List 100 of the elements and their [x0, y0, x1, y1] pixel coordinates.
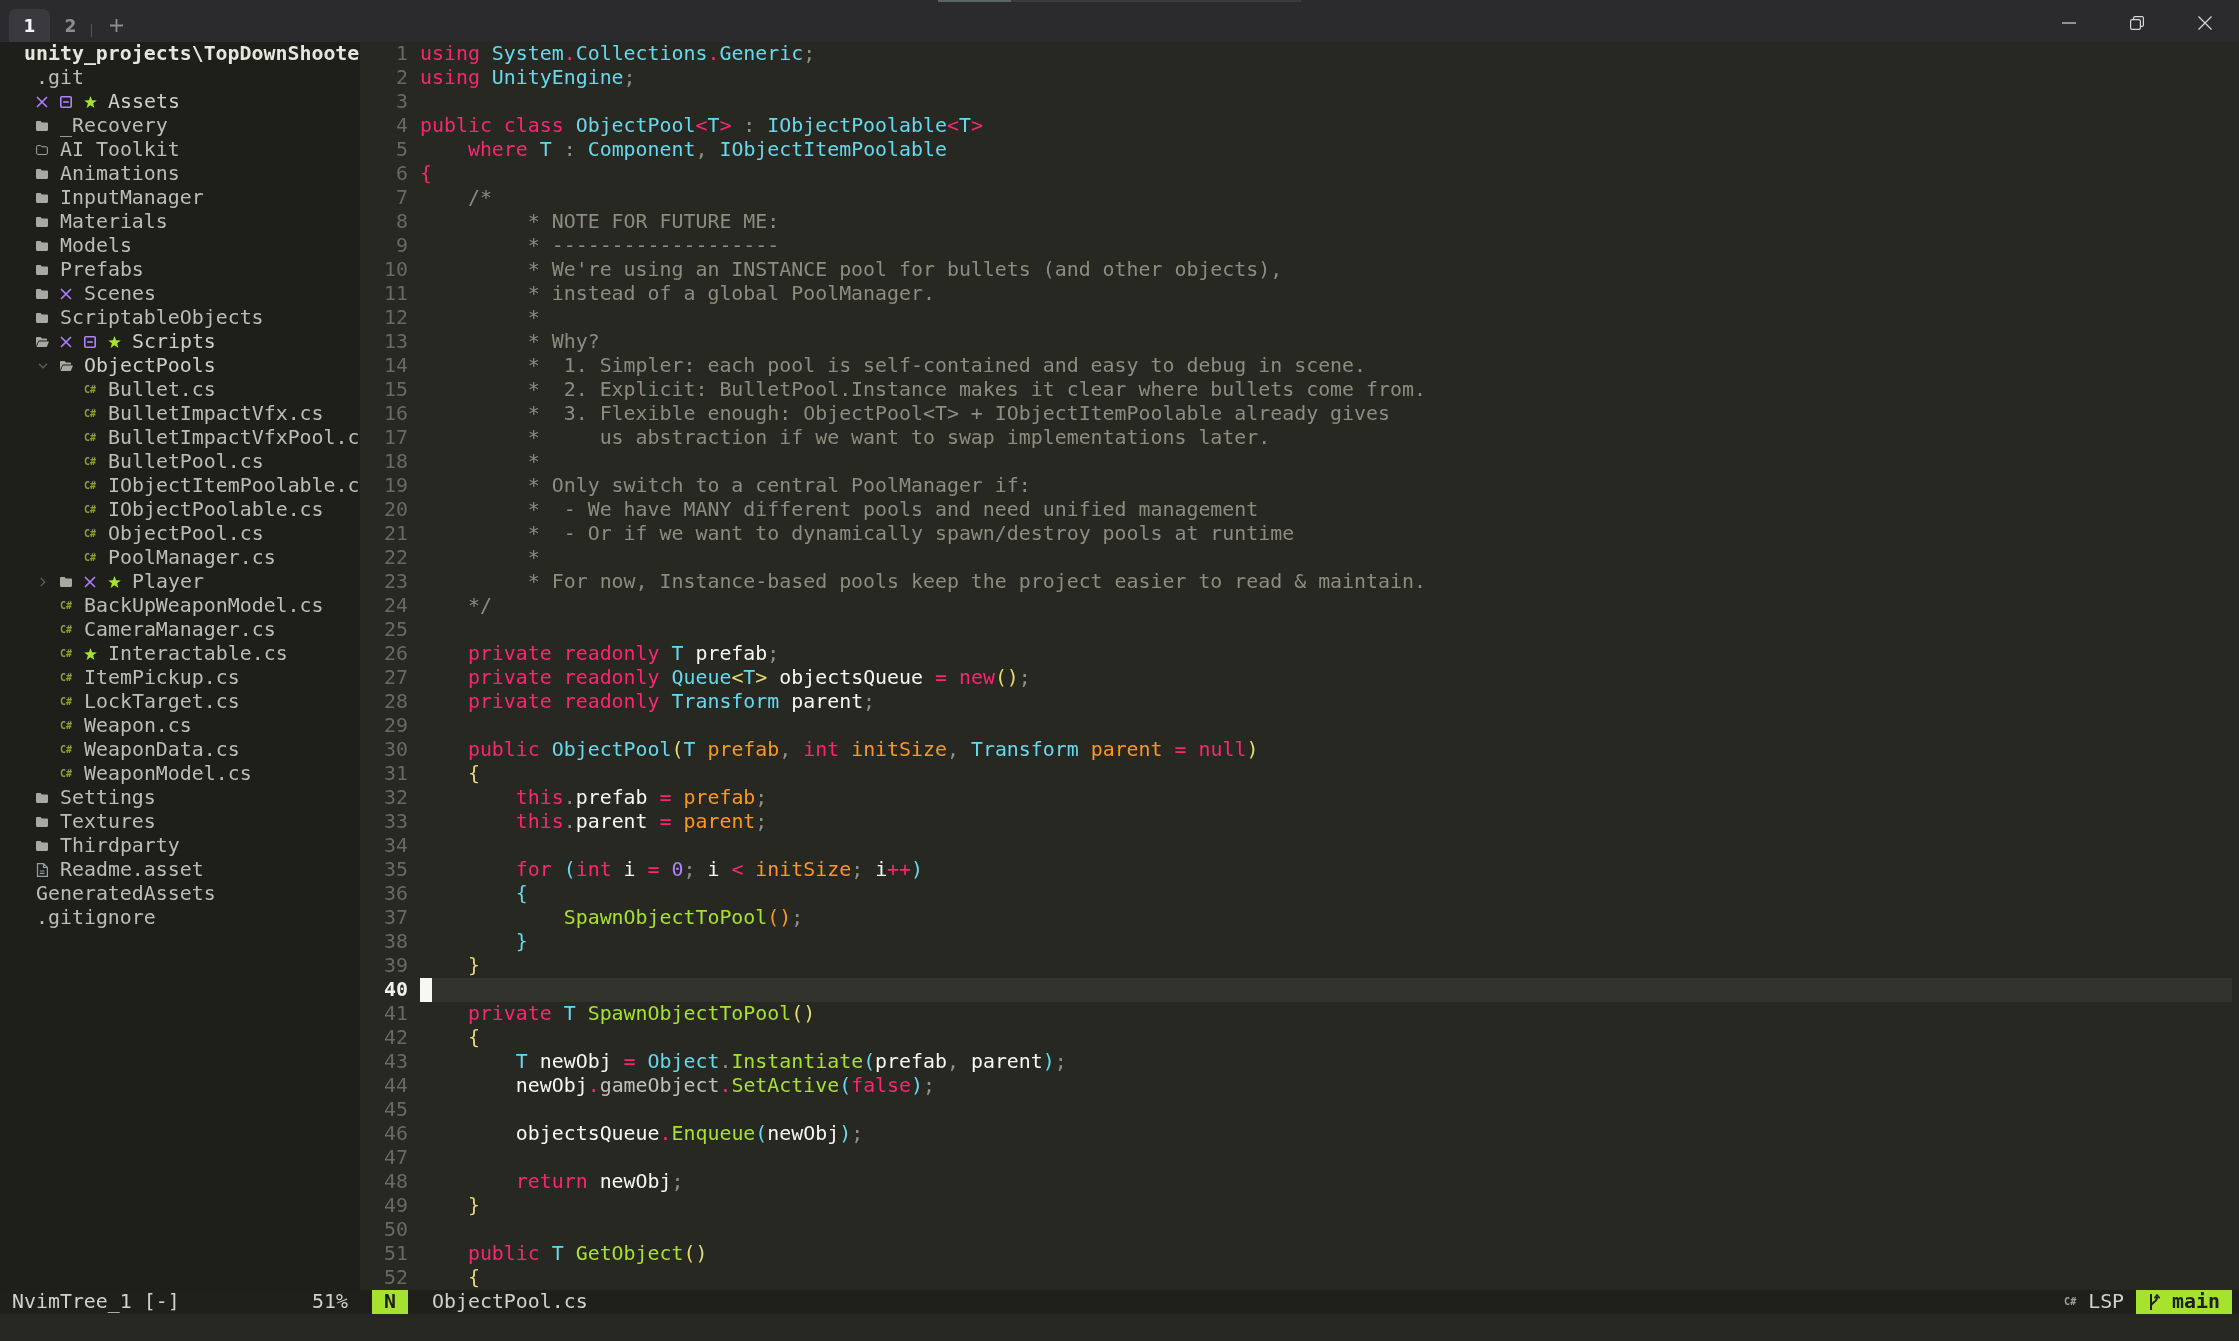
tree-item[interactable]: Thirdparty [36, 834, 180, 858]
tree-item[interactable]: Scripts [36, 330, 216, 354]
tree-item[interactable]: C# BulletImpactVfx.cs [84, 402, 324, 426]
tree-item[interactable]: C# CameraManager.cs [60, 618, 276, 642]
tab[interactable]: 1 [9, 9, 50, 42]
tree-item[interactable]: C# Bullet.cs [84, 378, 216, 402]
tree-item[interactable]: C# Interactable.cs [60, 642, 288, 666]
plus-icon [109, 19, 123, 32]
line-number: 34 [383, 834, 408, 858]
csharp-icon: C# [60, 649, 72, 659]
line-number: 50 [383, 1218, 408, 1242]
code-line: { [515, 882, 528, 905]
csharp-icon: C# [84, 481, 96, 491]
csharp-icon: C# [84, 385, 96, 395]
tree-item[interactable]: Scenes [36, 282, 156, 306]
code-line: * instead of a global PoolManager. [527, 282, 935, 305]
code-line: * NOTE FOR FUTURE ME: [527, 210, 780, 233]
tree-item[interactable]: Textures [36, 810, 156, 834]
line-number: 10 [383, 258, 408, 282]
folder-icon [36, 313, 48, 323]
line-number: 45 [383, 1098, 408, 1122]
tree-item[interactable]: Player [36, 570, 204, 594]
folder-icon [60, 577, 72, 587]
code-line: * Only switch to a central PoolManager if: [527, 474, 1031, 497]
tree-item[interactable]: C# BulletImpactVfxPool.c [84, 426, 360, 450]
open-folder-icon [60, 361, 73, 371]
line-number: 35 [383, 858, 408, 882]
line-number: 40 [383, 978, 408, 1002]
tree-item[interactable]: .git [36, 66, 84, 90]
tree-item[interactable]: C# Weapon.cs [60, 714, 192, 738]
tree-root-folder[interactable]: unity_projects\TopDownShoote [24, 42, 360, 66]
tree-item[interactable]: Assets [36, 90, 180, 114]
folder-icon [36, 217, 48, 227]
text-cursor [420, 978, 432, 1002]
line-number: 36 [383, 882, 408, 906]
tree-item[interactable]: AI Toolkit [36, 138, 180, 162]
code-line: * 2. Explicit: BulletPool.Instance makes it clear where bullets come from. [527, 378, 1426, 401]
csharp-icon: C# [60, 745, 72, 755]
code-line: public class ObjectPool<T> : IObjectPoolable<T> [420, 114, 983, 137]
line-number: 1 [395, 42, 408, 66]
tree-item[interactable]: C# WeaponData.cs [60, 738, 240, 762]
tree-item[interactable]: ScriptableObjects [36, 306, 264, 330]
tab[interactable]: 2 [50, 9, 91, 42]
tree-item[interactable]: C# BulletPool.cs [84, 450, 264, 474]
tree-buffer-name: NvimTree_1 [-] [12, 1290, 180, 1314]
code-line: this.prefab = prefab; [515, 786, 768, 809]
scroll-percentage: 51% [312, 1290, 348, 1314]
code-line: public T GetObject() [467, 1242, 708, 1265]
tree-item[interactable]: GeneratedAssets [36, 882, 216, 906]
folder-icon [36, 841, 48, 851]
tree-item[interactable]: C# IObjectPoolable.cs [84, 498, 324, 522]
tree-item[interactable]: C# PoolManager.cs [84, 546, 276, 570]
close-icon [2198, 15, 2212, 30]
csharp-icon: C# [60, 697, 72, 707]
line-number: 22 [383, 546, 408, 570]
line-number: 18 [383, 450, 408, 474]
tree-item[interactable]: C# LockTarget.cs [60, 690, 240, 714]
branch-name: main [2172, 1290, 2220, 1314]
tree-item[interactable]: InputManager [36, 186, 204, 210]
code-line: * 3. Flexible enough: ObjectPool<T> + IObjectItemPoolable already gives [527, 402, 1390, 425]
tree-item[interactable]: Models [36, 234, 132, 258]
tree-item[interactable]: Settings [36, 786, 156, 810]
csharp-icon: C# [84, 505, 96, 515]
csharp-icon: C# [60, 673, 72, 683]
line-number: 44 [383, 1074, 408, 1098]
csharp-icon: C# [60, 625, 72, 635]
line-number: 15 [383, 378, 408, 402]
line-number: 52 [383, 1266, 408, 1290]
line-number: 19 [383, 474, 408, 498]
line-number: 51 [383, 1242, 408, 1266]
tree-item[interactable]: .gitignore [36, 906, 156, 930]
code-line: SpawnObjectToPool(); [563, 906, 804, 929]
code-line: * Why? [527, 330, 600, 353]
line-number: 12 [383, 306, 408, 330]
code-line: private readonly T prefab; [467, 642, 780, 665]
line-number: 24 [383, 594, 408, 618]
code-line: public ObjectPool(T prefab, int initSize, Transform parent = null) [467, 738, 1259, 761]
tree-item[interactable]: C# IObjectItemPoolable.c [84, 474, 360, 498]
line-number: 21 [383, 522, 408, 546]
line-number: 3 [395, 90, 408, 114]
tree-item[interactable]: Animations [36, 162, 180, 186]
code-line: private readonly Transform parent; [467, 690, 876, 713]
folder-icon [36, 289, 48, 299]
line-number: 43 [383, 1050, 408, 1074]
open-folder-icon [36, 337, 49, 347]
tree-item[interactable]: Prefabs [36, 258, 144, 282]
tree-item[interactable]: ObjectPools [36, 354, 216, 378]
code-line: T newObj = Object.Instantiate(prefab, parent); [515, 1050, 1067, 1073]
csharp-icon: C# [60, 769, 72, 779]
tree-item[interactable]: C# WeaponModel.cs [60, 762, 252, 786]
tree-item[interactable]: _Recovery [36, 114, 168, 138]
tree-item[interactable]: Readme.asset [36, 858, 204, 882]
tree-item[interactable]: C# BackUpWeaponModel.cs [60, 594, 324, 618]
line-number: 33 [383, 810, 408, 834]
code-line: /* [467, 186, 492, 209]
line-number: 14 [383, 354, 408, 378]
tree-item[interactable]: Materials [36, 210, 168, 234]
code-line: * 1. Simpler: each pool is self-contained and easy to debug in scene. [527, 354, 1367, 377]
tree-item[interactable]: C# ObjectPool.cs [84, 522, 264, 546]
tree-item[interactable]: C# ItemPickup.cs [60, 666, 240, 690]
